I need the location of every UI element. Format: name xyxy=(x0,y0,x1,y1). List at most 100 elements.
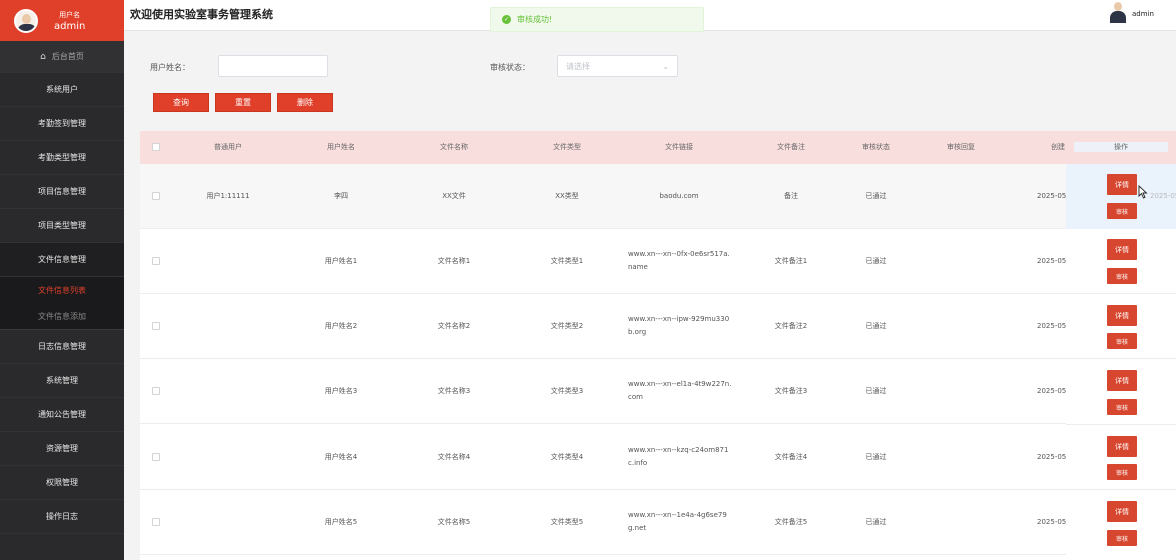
status-select-placeholder: 请选择 xyxy=(566,61,590,71)
delete-button[interactable]: 删除 xyxy=(277,93,333,112)
detail-button[interactable]: 详情 xyxy=(1107,239,1137,260)
detail-button[interactable]: 详情 xyxy=(1107,174,1137,195)
username-input[interactable] xyxy=(218,55,328,77)
cell-type: 文件类型4 xyxy=(550,453,584,461)
table-row[interactable]: 用户姓名2 文件名称2 文件类型2 www.xn---xn--ipw-929mu… xyxy=(140,294,1176,359)
cell-note: 文件备注2 xyxy=(774,322,808,330)
cell-status: 已通过 xyxy=(865,453,887,461)
reset-button[interactable]: 重置 xyxy=(215,93,271,112)
home-icon: ⌂ xyxy=(40,51,46,62)
cell-file: 文件名称4 xyxy=(437,453,471,461)
audit-button[interactable]: 审核 xyxy=(1107,464,1137,480)
audit-button[interactable]: 审核 xyxy=(1107,399,1137,415)
cell-link: www.xn---xn--1e4a-4g6se79g.net xyxy=(628,511,727,532)
cell-type: 文件类型3 xyxy=(550,387,584,395)
cell-file: 文件名称2 xyxy=(437,322,471,330)
cell-type: XX类型 xyxy=(555,192,579,200)
sidebar-item-label: 通知公告管理 xyxy=(38,410,86,419)
cell-note: 文件备注4 xyxy=(774,453,808,461)
row-checkbox[interactable] xyxy=(152,322,160,330)
cell-name: 用户姓名4 xyxy=(324,453,358,461)
sidebar-item-label: 日志信息管理 xyxy=(38,342,86,351)
cell-note: 备注 xyxy=(784,192,798,200)
sidebar-item-attendance[interactable]: 考勤签到管理 xyxy=(0,107,124,141)
row-checkbox[interactable] xyxy=(152,192,160,200)
cell-created: 2025-05 xyxy=(1037,257,1067,265)
table-row[interactable]: 用户1:11111 李四 XX文件 XX类型 baodu.com 备注 已通过 … xyxy=(140,164,1176,229)
sidebar-item-label: 后台首页 xyxy=(51,52,84,61)
table-row[interactable]: 用户姓名1 文件名称1 文件类型1 www.xn---xn--0fx-0e6sr… xyxy=(140,229,1176,294)
row-checkbox[interactable] xyxy=(152,453,160,461)
cell-name: 用户姓名3 xyxy=(324,387,358,395)
sidebar-item-label: 考勤签到管理 xyxy=(38,119,86,128)
table-row[interactable]: 用户姓名3 文件名称3 文件类型3 www.xn---xn--el1a-4t9w… xyxy=(140,359,1176,424)
cell-name: 李四 xyxy=(334,192,348,200)
cell-note: 文件备注3 xyxy=(774,387,808,395)
sidebar-item-project-type[interactable]: 项目类型管理 xyxy=(0,209,124,243)
col-header: 文件备注 xyxy=(777,143,805,151)
row-checkbox[interactable] xyxy=(152,518,160,526)
sidebar-item-attendance-type[interactable]: 考勤类型管理 xyxy=(0,141,124,175)
toast-message: 审核成功! xyxy=(517,15,553,24)
sidebar-item-operation-log[interactable]: 操作日志 xyxy=(0,500,124,534)
user-name: admin xyxy=(54,20,86,32)
cell-type: 文件类型1 xyxy=(550,257,584,265)
header-username[interactable]: admin xyxy=(1132,10,1154,18)
detail-button[interactable]: 详情 xyxy=(1107,305,1137,326)
cell-created: 2025-05 xyxy=(1037,322,1067,330)
sidebar-item-project-info[interactable]: 项目信息管理 xyxy=(0,175,124,209)
audit-button[interactable]: 审核 xyxy=(1107,530,1137,546)
check-circle-icon: ✓ xyxy=(502,15,511,24)
detail-button[interactable]: 详情 xyxy=(1107,436,1137,457)
sidebar-item-label: 文件信息管理 xyxy=(38,255,86,264)
detail-button[interactable]: 详情 xyxy=(1107,501,1137,522)
select-all-checkbox[interactable] xyxy=(152,143,160,151)
audit-button[interactable]: 审核 xyxy=(1107,268,1137,284)
sidebar-item-resources[interactable]: 资源管理 xyxy=(0,432,124,466)
file-table: 普通用户 用户姓名 文件名称 文件类型 文件链接 文件备注 审核状态 审核回复 … xyxy=(140,131,1176,560)
cell-name: 用户姓名5 xyxy=(324,518,358,526)
sidebar-item-label: 项目类型管理 xyxy=(38,221,86,230)
cell-name: 用户姓名2 xyxy=(324,322,358,330)
header-avatar[interactable] xyxy=(1110,1,1126,23)
col-header-actions: 操作 xyxy=(1074,142,1168,152)
detail-button[interactable]: 详情 xyxy=(1107,370,1137,391)
sidebar-subitem-file-add[interactable]: 文件信息添加 xyxy=(0,303,124,330)
cell-status: 已通过 xyxy=(865,192,887,200)
col-header: 审核状态 xyxy=(862,143,890,151)
cell-link: www.xn---xn--ipw-929mu330b.org xyxy=(628,315,730,336)
cell-created: 2025-05 xyxy=(1037,453,1067,461)
user-label: 用户名 xyxy=(59,10,81,19)
sidebar-subitem-file-list[interactable]: 文件信息列表 xyxy=(0,277,124,303)
query-button[interactable]: 查询 xyxy=(153,93,209,112)
cell-status: 已通过 xyxy=(865,322,887,330)
cell-status: 已通过 xyxy=(865,387,887,395)
col-header: 用户姓名 xyxy=(327,143,355,151)
sidebar-item-file-info[interactable]: 文件信息管理 xyxy=(0,243,124,277)
sidebar-item-system-users[interactable]: 系统用户 xyxy=(0,73,124,107)
table-row[interactable]: 用户姓名5 文件名称5 文件类型5 www.xn---xn--1e4a-4g6s… xyxy=(140,490,1176,555)
username-label: 用户姓名： xyxy=(150,63,190,72)
audit-button[interactable]: 审核 xyxy=(1107,203,1137,219)
sidebar-subitem-label: 文件信息列表 xyxy=(38,285,86,295)
sidebar-item-system-manage[interactable]: 系统管理 xyxy=(0,364,124,398)
sidebar-item-label: 资源管理 xyxy=(46,444,78,453)
sidebar-item-home[interactable]: ⌂ 后台首页 xyxy=(0,41,124,73)
cell-user: 用户1:11111 xyxy=(206,192,250,200)
search-panel: 用户姓名： 审核状态： 请选择 ⌄ 查询 重置 删除 xyxy=(140,44,1176,122)
row-checkbox[interactable] xyxy=(152,387,160,395)
sidebar-item-label: 系统用户 xyxy=(46,85,78,94)
sidebar-item-label: 考勤类型管理 xyxy=(38,153,86,162)
col-header: 普通用户 xyxy=(214,143,242,151)
sidebar-item-notice[interactable]: 通知公告管理 xyxy=(0,398,124,432)
sidebar-subitem-label: 文件信息添加 xyxy=(38,311,86,321)
table-row[interactable]: 用户姓名4 文件名称4 文件类型4 www.xn---xn--kzq-c24om… xyxy=(140,425,1176,490)
row-checkbox[interactable] xyxy=(152,257,160,265)
audit-button[interactable]: 审核 xyxy=(1107,333,1137,349)
cell-status: 已通过 xyxy=(865,257,887,265)
sidebar-item-permissions[interactable]: 权限管理 xyxy=(0,466,124,500)
col-header: 创建 xyxy=(1051,143,1065,151)
status-select[interactable]: 请选择 ⌄ xyxy=(557,55,678,77)
sidebar-item-log-info[interactable]: 日志信息管理 xyxy=(0,330,124,364)
status-label: 审核状态： xyxy=(490,63,530,72)
